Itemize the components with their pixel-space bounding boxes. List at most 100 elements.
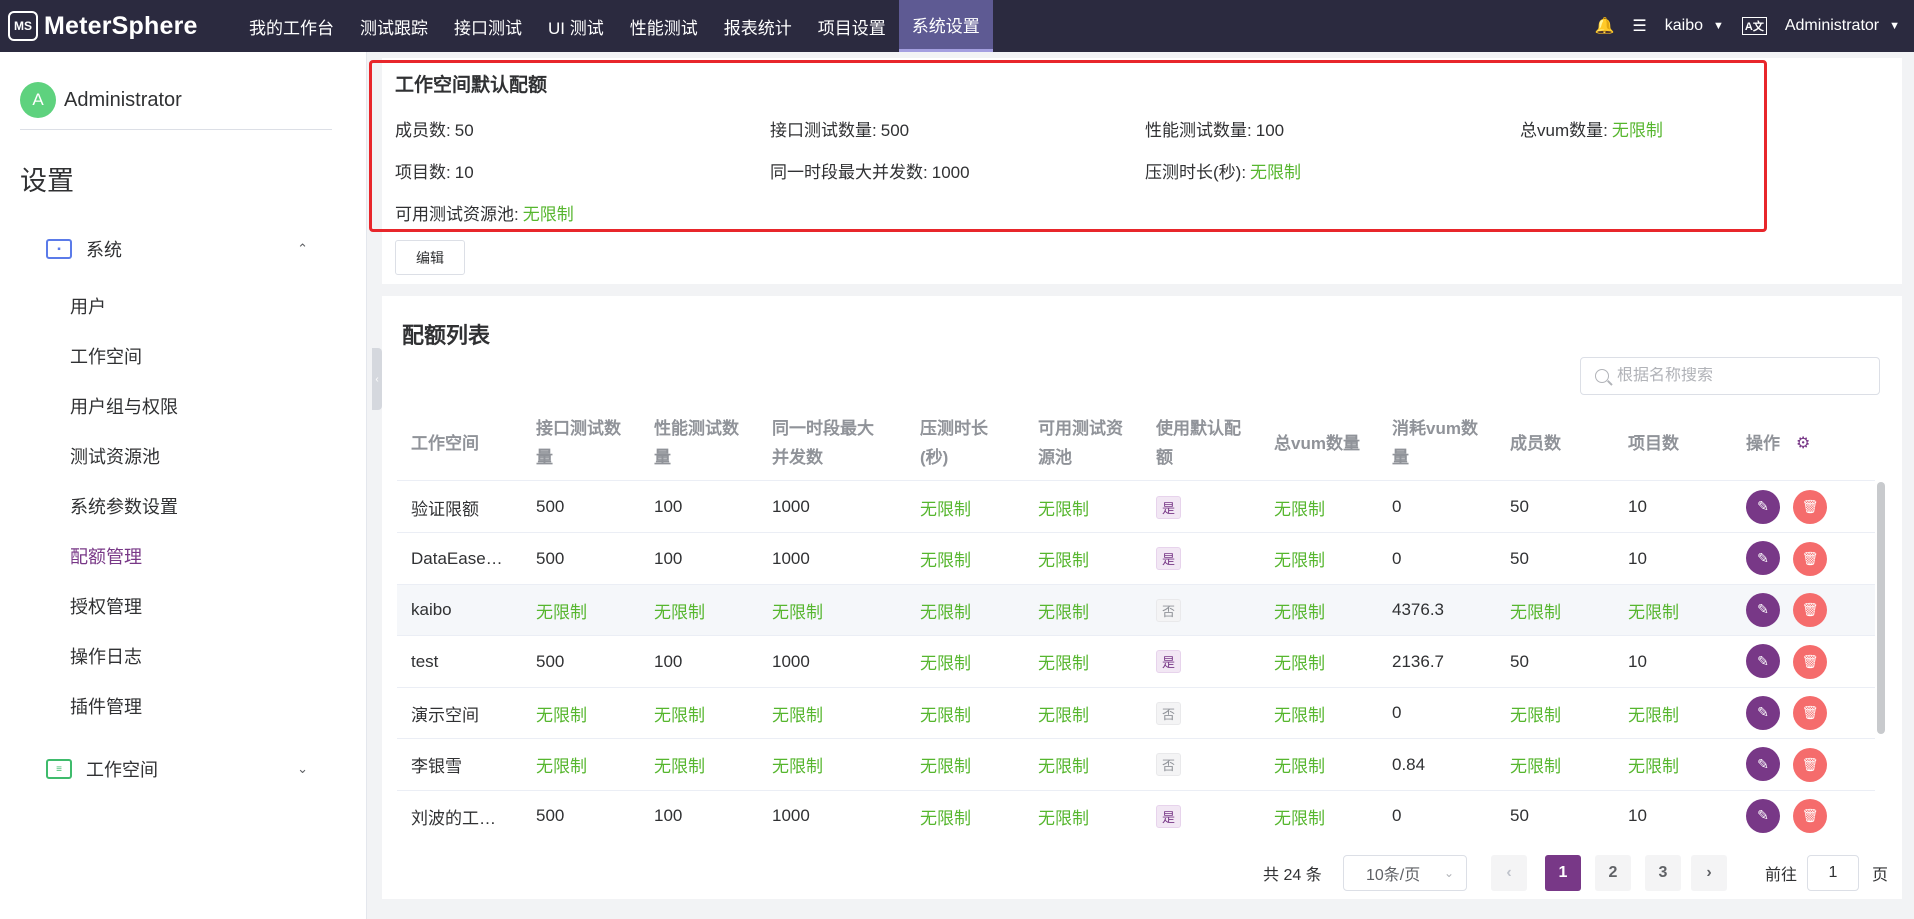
table-cell: 无限制 bbox=[1496, 752, 1614, 777]
nav-item[interactable]: UI 测试 bbox=[535, 0, 617, 52]
next-page-button[interactable]: › bbox=[1691, 855, 1727, 891]
language-icon[interactable]: A文 bbox=[1741, 17, 1767, 35]
nav-item[interactable]: 性能测试 bbox=[617, 0, 711, 52]
cell-value: 1000 bbox=[772, 651, 810, 671]
delete-icon[interactable]: 🗑 bbox=[1793, 644, 1827, 679]
nav-item[interactable]: 项目设置 bbox=[805, 0, 899, 52]
sidebar-item[interactable]: 操作日志 bbox=[70, 631, 178, 681]
nav-item[interactable]: 我的工作台 bbox=[236, 0, 347, 52]
edit-icon[interactable]: ✎ bbox=[1746, 798, 1780, 833]
sidebar-item[interactable]: 配额管理 bbox=[70, 531, 178, 581]
column-header: 压测时长 (秒) bbox=[906, 406, 1024, 480]
cell-value: 无限制 bbox=[1628, 757, 1679, 776]
table-cell: 验证限额 bbox=[397, 495, 522, 520]
table-cell: 无限制 bbox=[1614, 701, 1732, 726]
edit-button[interactable]: 编辑 bbox=[395, 240, 465, 275]
cell-value: 无限制 bbox=[1038, 705, 1089, 725]
sidebar-user: A Administrator bbox=[20, 82, 182, 118]
quota-field-value: 500 bbox=[880, 121, 910, 140]
page-button[interactable]: 1 bbox=[1545, 855, 1581, 891]
table-cell: 0.84 bbox=[1378, 755, 1496, 775]
edit-icon[interactable]: ✎ bbox=[1746, 541, 1780, 576]
main-nav: 我的工作台 测试跟踪 接口测试 UI 测试 性能测试 报表统计 项目设置 系统设置 bbox=[236, 0, 993, 52]
sidebar-group-workspace[interactable]: ≡ 工作空间 ⌄ bbox=[46, 756, 308, 782]
table-cell: 无限制 bbox=[906, 804, 1024, 829]
nav-item[interactable]: 测试跟踪 bbox=[347, 0, 441, 52]
nav-item[interactable]: 系统设置 bbox=[898, 0, 993, 52]
column-header-line: 源池 bbox=[1038, 448, 1072, 467]
sidebar-item[interactable]: 用户 bbox=[70, 281, 178, 331]
nav-item[interactable]: 接口测试 bbox=[441, 0, 535, 52]
sidebar-item[interactable]: 插件管理 bbox=[70, 681, 178, 731]
column-header-line: 操作 bbox=[1746, 433, 1780, 453]
edit-icon[interactable]: ✎ bbox=[1746, 747, 1780, 782]
workspace-switcher[interactable]: kaibo ▼ bbox=[1665, 17, 1724, 35]
column-header-line: 使用默认配 bbox=[1156, 419, 1241, 438]
gear-icon[interactable]: ⚙ bbox=[1796, 429, 1810, 458]
user-menu[interactable]: Administrator ▼ bbox=[1785, 17, 1900, 35]
cell-value: 100 bbox=[654, 651, 683, 671]
column-header: 消耗vum数量 bbox=[1378, 406, 1496, 480]
page-button[interactable]: 3 bbox=[1645, 855, 1681, 891]
delete-icon[interactable]: 🗑 bbox=[1793, 490, 1827, 525]
table-cell: 无限制 bbox=[1024, 701, 1142, 726]
search-input[interactable] bbox=[1617, 367, 1867, 385]
table-scrollbar[interactable] bbox=[1877, 482, 1885, 734]
nav-item[interactable]: 报表统计 bbox=[711, 0, 805, 52]
edit-icon[interactable]: ✎ bbox=[1746, 592, 1780, 627]
page-button[interactable]: 2 bbox=[1595, 855, 1631, 891]
goto-page-input[interactable] bbox=[1807, 855, 1859, 891]
cell-value: 50 bbox=[1510, 651, 1529, 671]
row-actions: ✎ 🗑 bbox=[1732, 592, 1875, 628]
sidebar-item[interactable]: 测试资源池 bbox=[70, 431, 178, 481]
table-cell: 无限制 bbox=[758, 598, 906, 623]
table-cell: 无限制 bbox=[1024, 495, 1142, 520]
delete-icon[interactable]: 🗑 bbox=[1793, 593, 1827, 628]
column-header-line: 成员数 bbox=[1510, 433, 1561, 453]
edit-icon[interactable]: ✎ bbox=[1746, 644, 1780, 679]
table-cell: 100 bbox=[640, 652, 758, 672]
quota-field-label: 总vum数量: bbox=[1520, 121, 1608, 140]
sidebar-item[interactable]: 工作空间 bbox=[70, 331, 178, 381]
brand[interactable]: MS MeterSphere bbox=[0, 0, 236, 52]
table-cell: 500 bbox=[522, 549, 640, 569]
sidebar-item[interactable]: 授权管理 bbox=[70, 581, 178, 631]
cell-value: 1000 bbox=[772, 806, 810, 825]
workspace-name: kaibo bbox=[1664, 17, 1704, 34]
page-size-select[interactable]: 10条/页 ⌄ bbox=[1343, 855, 1467, 891]
delete-icon[interactable]: 🗑 bbox=[1793, 541, 1827, 576]
cell-value: 无限制 bbox=[654, 602, 705, 622]
default-quota-tag: 否 bbox=[1156, 598, 1182, 622]
table-cell: 无限制 bbox=[1260, 598, 1378, 623]
delete-icon[interactable]: 🗑 bbox=[1793, 696, 1827, 731]
table-cell: 0 bbox=[1378, 549, 1496, 569]
cell-value: 0 bbox=[1392, 497, 1402, 516]
page-size-value: 10条/页 bbox=[1366, 867, 1421, 884]
cell-value: 无限制 bbox=[772, 757, 823, 776]
table-cell: 无限制 bbox=[906, 701, 1024, 726]
table-cell: 无限制 bbox=[1260, 804, 1378, 829]
column-header: 可用测试资 源池 bbox=[1024, 406, 1142, 480]
edit-icon[interactable]: ✎ bbox=[1746, 695, 1780, 730]
cell-value: DataEase… bbox=[411, 548, 503, 568]
edit-icon[interactable]: ✎ bbox=[1746, 489, 1780, 524]
table-row: 验证限额 500 100 1000 无限制 无限制是无限制 0 50 10 ✎ 🗑 bbox=[397, 482, 1875, 533]
cell-value: 2136.7 bbox=[1392, 651, 1444, 671]
prev-page-button[interactable]: ‹ bbox=[1491, 855, 1527, 891]
bell-icon[interactable]: 🔔 bbox=[1595, 16, 1615, 36]
table-cell: 100 bbox=[640, 497, 758, 517]
delete-icon[interactable]: 🗑 bbox=[1793, 799, 1827, 834]
table-cell: 否 bbox=[1142, 701, 1260, 725]
delete-icon[interactable]: 🗑 bbox=[1793, 747, 1827, 782]
task-list-icon[interactable]: ☰ bbox=[1632, 16, 1646, 36]
column-header: 同一时段最大 并发数 bbox=[758, 406, 906, 480]
sidebar-item[interactable]: 用户组与权限 bbox=[70, 381, 178, 431]
sidebar-item[interactable]: 系统参数设置 bbox=[70, 481, 178, 531]
sidebar-group-system[interactable]: ▪ 系统 ⌃ bbox=[46, 236, 308, 262]
column-header-line: 压测时长 bbox=[920, 419, 988, 438]
column-header: 总vum数量 bbox=[1260, 406, 1378, 480]
cell-value: 10 bbox=[1628, 497, 1647, 516]
sidebar-collapse-handle[interactable]: ‹ bbox=[372, 348, 382, 410]
quota-field-value: 无限制 bbox=[1250, 163, 1302, 182]
cell-value: 无限制 bbox=[654, 705, 705, 725]
